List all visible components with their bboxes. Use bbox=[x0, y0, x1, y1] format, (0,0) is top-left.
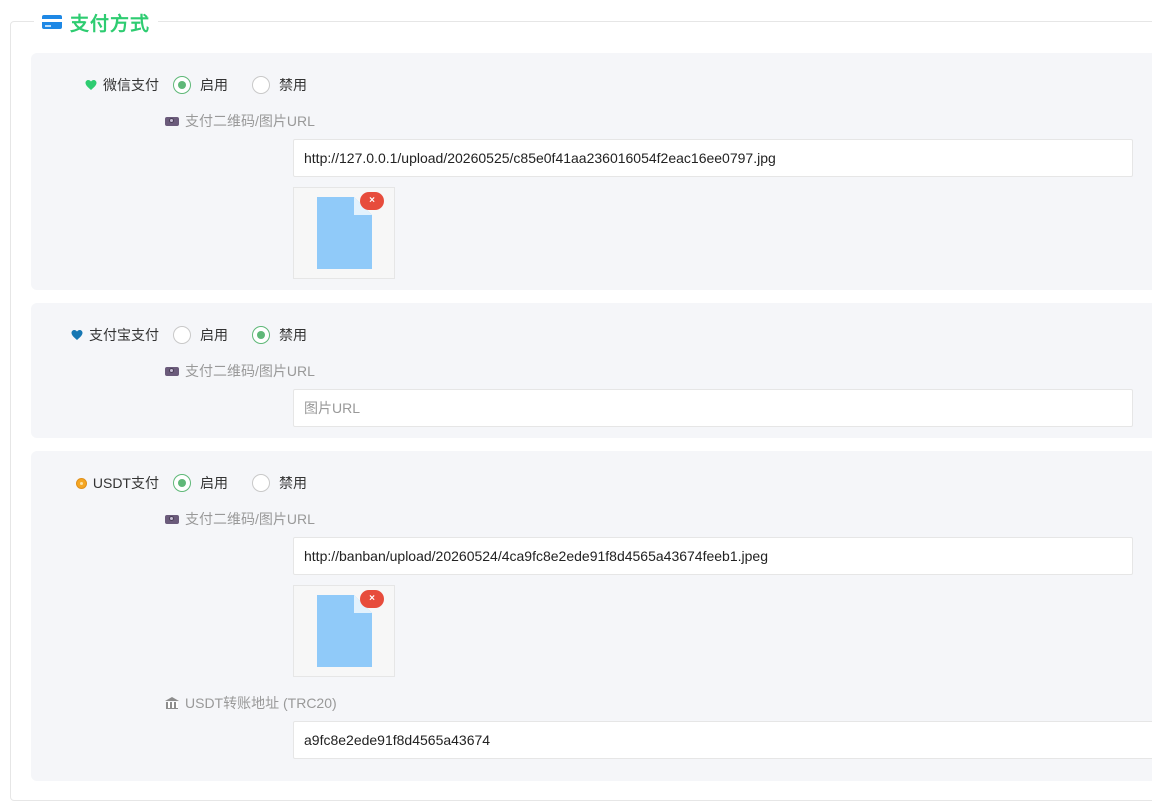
remove-image-button[interactable]: × bbox=[360, 590, 384, 608]
disable-label: 禁用 bbox=[279, 77, 307, 93]
enable-label: 启用 bbox=[200, 475, 228, 491]
wechat-qr-label: 支付二维码/图片URL bbox=[165, 111, 315, 131]
credit-card-icon bbox=[42, 15, 62, 29]
method-name: USDT支付 bbox=[92, 475, 159, 491]
usdt-pay-label: USDT支付 bbox=[75, 473, 159, 493]
disable-label: 禁用 bbox=[279, 327, 307, 343]
bank-icon bbox=[165, 697, 179, 709]
wechat-enable-radio[interactable]: 启用 bbox=[173, 75, 228, 95]
alipay-disable-radio[interactable]: 禁用 bbox=[252, 325, 307, 345]
usdt-disable-radio[interactable]: 禁用 bbox=[252, 473, 307, 493]
usdt-enable-radio[interactable]: 启用 bbox=[173, 473, 228, 493]
alipay-qr-url-input[interactable] bbox=[293, 389, 1133, 427]
usdt-qr-url-input[interactable] bbox=[293, 537, 1133, 575]
green-heart-icon bbox=[85, 80, 97, 90]
radio-circle[interactable] bbox=[252, 76, 270, 94]
coin-icon bbox=[75, 477, 87, 489]
wechat-qr-thumbnail: × bbox=[293, 187, 395, 279]
enable-label: 启用 bbox=[200, 327, 228, 343]
alipay-status-radios: 启用 禁用 bbox=[173, 325, 331, 345]
radio-circle[interactable] bbox=[252, 474, 270, 492]
radio-circle-checked[interactable] bbox=[173, 76, 191, 94]
blue-heart-icon bbox=[71, 330, 83, 340]
camera-icon bbox=[165, 116, 179, 126]
wechat-pay-panel: 微信支付 启用 禁用 支付二维码/图片URL × bbox=[31, 53, 1152, 290]
disable-label: 禁用 bbox=[279, 475, 307, 491]
usdt-pay-status-radios: 启用 禁用 bbox=[173, 473, 331, 493]
camera-icon bbox=[165, 366, 179, 376]
qr-label-text: 支付二维码/图片URL bbox=[185, 113, 315, 129]
alipay-panel: 支付宝支付 启用 禁用 支付二维码/图片URL bbox=[31, 303, 1152, 438]
enable-label: 启用 bbox=[200, 77, 228, 93]
qr-label-text: 支付二维码/图片URL bbox=[185, 511, 315, 527]
usdt-pay-panel: USDT支付 启用 禁用 支付二维码/图片URL × USDT转账地址 (TRC… bbox=[31, 451, 1152, 781]
section-title: 支付方式 bbox=[70, 13, 151, 35]
usdt-qr-label: 支付二维码/图片URL bbox=[165, 509, 315, 529]
wechat-pay-status-radios: 启用 禁用 bbox=[173, 75, 331, 95]
wechat-qr-url-input[interactable] bbox=[293, 139, 1133, 177]
usdt-address-input[interactable] bbox=[293, 721, 1152, 759]
remove-image-button[interactable]: × bbox=[360, 192, 384, 210]
alipay-enable-radio[interactable]: 启用 bbox=[173, 325, 228, 345]
usdt-address-label: USDT转账地址 (TRC20) bbox=[165, 693, 337, 713]
usdt-qr-thumbnail: × bbox=[293, 585, 395, 677]
payment-methods-legend: 支付方式 bbox=[34, 8, 159, 36]
radio-circle-checked[interactable] bbox=[173, 474, 191, 492]
radio-circle-checked[interactable] bbox=[252, 326, 270, 344]
alipay-label: 支付宝支付 bbox=[71, 325, 159, 345]
wechat-pay-label: 微信支付 bbox=[85, 75, 159, 95]
wechat-disable-radio[interactable]: 禁用 bbox=[252, 75, 307, 95]
alipay-qr-label: 支付二维码/图片URL bbox=[165, 361, 315, 381]
radio-circle[interactable] bbox=[173, 326, 191, 344]
method-name: 微信支付 bbox=[103, 77, 159, 93]
address-label-text: USDT转账地址 (TRC20) bbox=[185, 695, 337, 711]
method-name: 支付宝支付 bbox=[89, 327, 159, 343]
qr-label-text: 支付二维码/图片URL bbox=[185, 363, 315, 379]
camera-icon bbox=[165, 514, 179, 524]
